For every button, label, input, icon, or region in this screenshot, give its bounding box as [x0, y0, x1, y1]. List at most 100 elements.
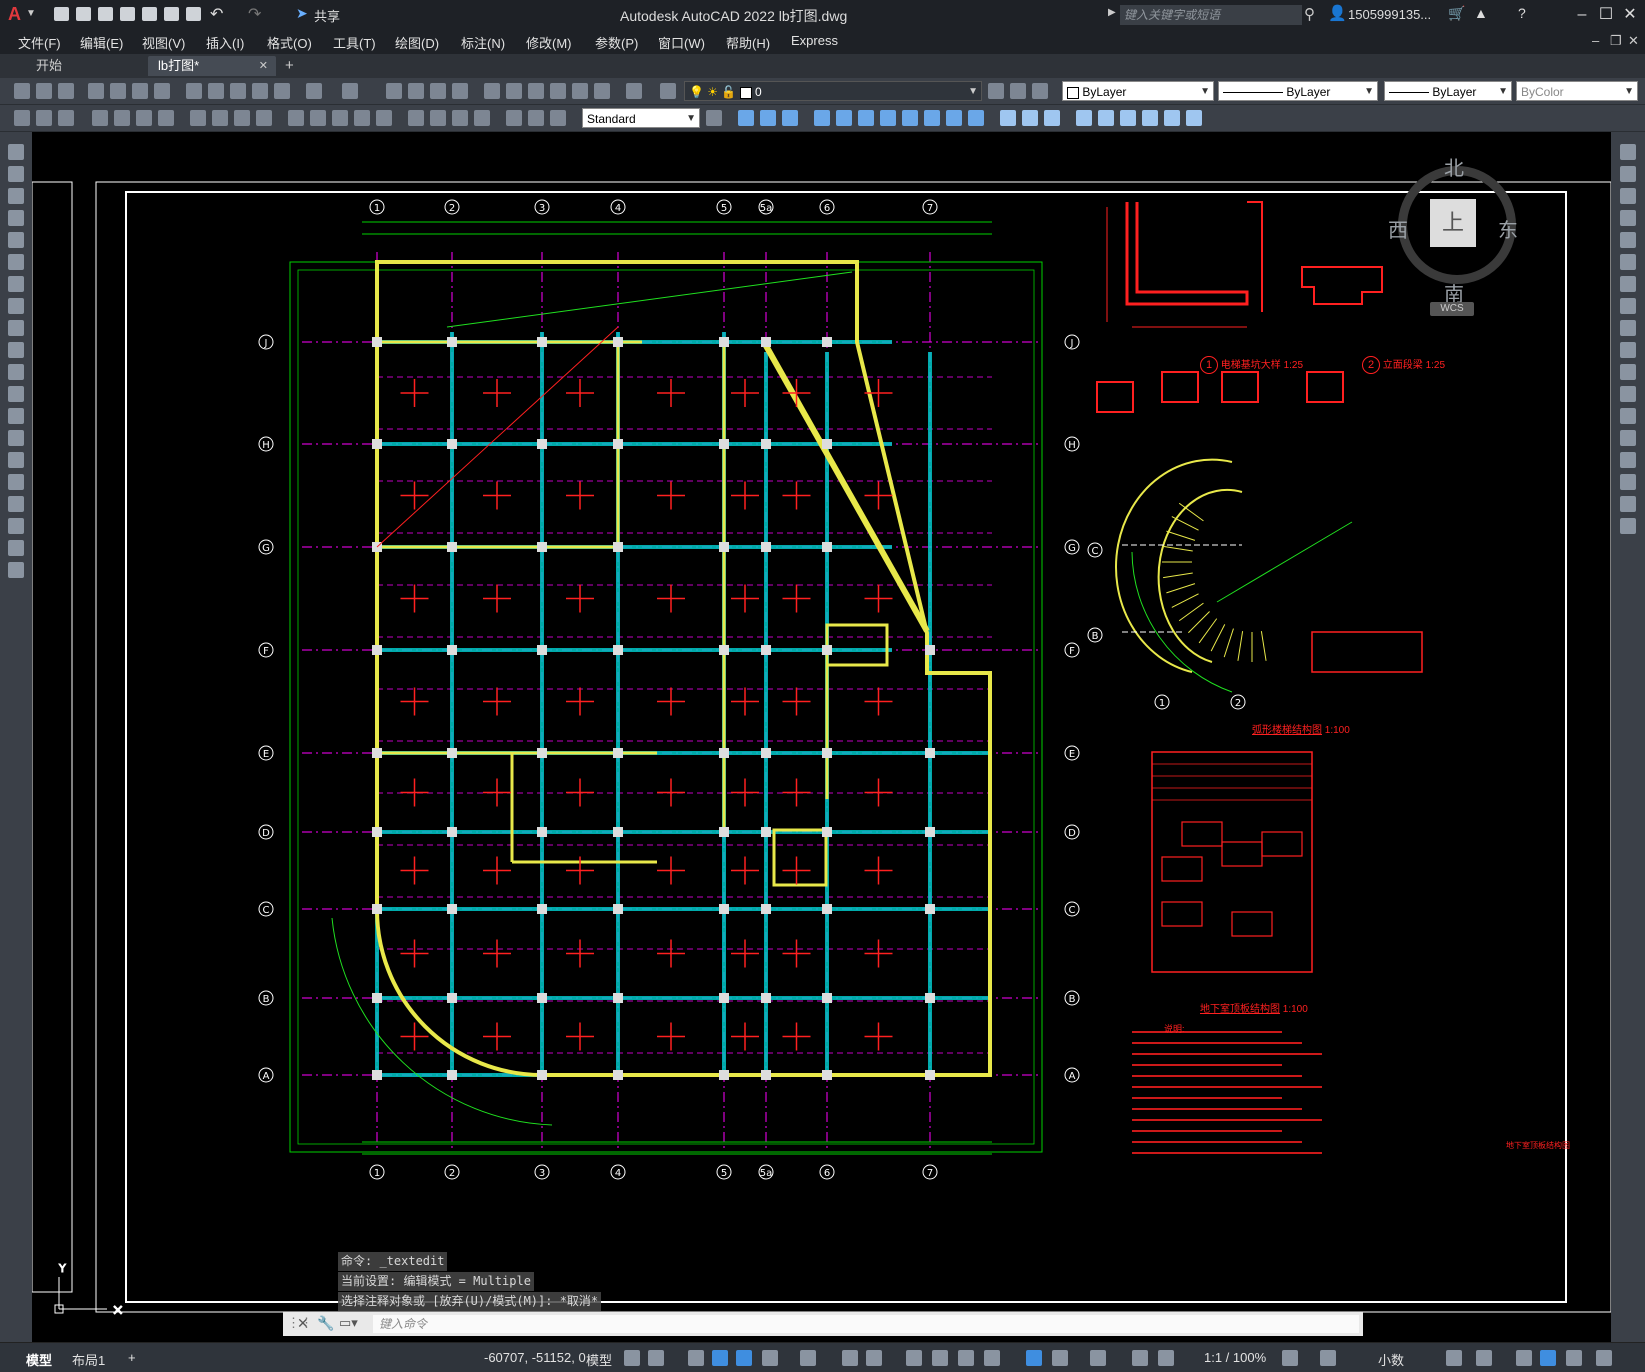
- menu-format[interactable]: 格式(O): [267, 33, 312, 52]
- tb-3d-a-icon[interactable]: [738, 110, 754, 126]
- search-icon[interactable]: ⚲: [1304, 5, 1315, 23]
- add-selected-tool-icon[interactable]: [8, 562, 24, 578]
- tb-arc-length-icon[interactable]: [136, 110, 152, 126]
- tb-zoom-window-icon[interactable]: [430, 83, 446, 99]
- snap-icon[interactable]: [648, 1350, 664, 1366]
- workspace-gear-icon[interactable]: [1282, 1350, 1298, 1366]
- menu-help[interactable]: 帮助(H): [726, 33, 770, 52]
- share-button[interactable]: 共享: [314, 6, 340, 25]
- menu-parametric[interactable]: 参数(P): [595, 33, 638, 52]
- tb-render-h-icon[interactable]: [1164, 110, 1180, 126]
- circle-tool-icon[interactable]: [8, 276, 24, 292]
- save-web-icon[interactable]: [164, 7, 179, 21]
- tb-cut-icon[interactable]: [186, 83, 202, 99]
- object-snap-icon[interactable]: [866, 1350, 882, 1366]
- share-icon[interactable]: ➤: [296, 5, 308, 22]
- tb-3d-h-icon[interactable]: [902, 110, 918, 126]
- tb-copy-icon[interactable]: [208, 83, 224, 99]
- model-space-toggle[interactable]: 模型: [586, 1350, 612, 1369]
- plot-icon[interactable]: [186, 7, 201, 21]
- tb-radius-icon[interactable]: [190, 110, 206, 126]
- tb-tolerance-icon[interactable]: [408, 110, 424, 126]
- clean-screen-icon[interactable]: [1566, 1350, 1582, 1366]
- polar-tracking-icon[interactable]: [762, 1350, 778, 1366]
- tb-render-g-icon[interactable]: [1142, 110, 1158, 126]
- lineweight-icon[interactable]: [906, 1350, 922, 1366]
- tab-drawing[interactable]: lb打图* ✕: [148, 56, 276, 76]
- fillet-tool-icon[interactable]: [1620, 474, 1636, 490]
- menu-file[interactable]: 文件(F): [18, 33, 61, 52]
- tb-r2-01-icon[interactable]: [14, 110, 30, 126]
- tb-render-f-icon[interactable]: [1120, 110, 1136, 126]
- tb-make-current-icon[interactable]: [988, 83, 1004, 99]
- ortho-icon[interactable]: [736, 1350, 752, 1366]
- tb-r2-02-icon[interactable]: [36, 110, 52, 126]
- scale-tool-icon[interactable]: [1620, 298, 1636, 314]
- offset-tool-icon[interactable]: [1620, 210, 1636, 226]
- tb-3d-c-icon[interactable]: [782, 110, 798, 126]
- cart-icon[interactable]: 🛒: [1448, 5, 1465, 22]
- redo-icon[interactable]: ↷: [248, 4, 261, 24]
- tb-match-prop-icon[interactable]: [252, 83, 268, 99]
- polygon-tool-icon[interactable]: [8, 210, 24, 226]
- array-tool-icon[interactable]: [1620, 232, 1636, 248]
- tb-undo-icon[interactable]: [306, 83, 322, 99]
- isolate-objects-icon[interactable]: [1516, 1350, 1532, 1366]
- tb-zoom-previous-icon[interactable]: [452, 83, 468, 99]
- autodesk-account-icon[interactable]: ▲: [1474, 5, 1488, 21]
- tb-ordinate-icon[interactable]: [158, 110, 174, 126]
- app-logo-icon[interactable]: A: [8, 4, 21, 25]
- tb-quick-dim-icon[interactable]: [288, 110, 304, 126]
- isodraft-icon[interactable]: [800, 1350, 816, 1366]
- line-tool-icon[interactable]: [8, 144, 24, 160]
- command-input[interactable]: 键入命令: [373, 1315, 1359, 1333]
- viewcube[interactable]: 上 北 南 西 东 WCS: [1388, 152, 1518, 316]
- tb-3d-i-icon[interactable]: [924, 110, 940, 126]
- tb-save-icon[interactable]: [58, 83, 74, 99]
- tb-open-icon[interactable]: [36, 83, 52, 99]
- maximize-button[interactable]: ☐: [1594, 4, 1618, 26]
- tb-continue-icon[interactable]: [332, 110, 348, 126]
- drawing-canvas[interactable]: 1 1 2 2 3 3 4 4 5 5 5a 5a 6 6 7 7 J J H H G G F F E E D D C C B B A A CB1…: [32, 132, 1611, 1342]
- customization-icon[interactable]: [1596, 1350, 1612, 1366]
- tb-design-center-icon[interactable]: [506, 83, 522, 99]
- tab-model[interactable]: 模型: [26, 1350, 52, 1369]
- explode-tool-icon[interactable]: [1620, 518, 1636, 534]
- make-block-tool-icon[interactable]: [8, 408, 24, 424]
- undo-icon[interactable]: ↶: [210, 4, 223, 24]
- doc-minimize-icon[interactable]: –: [1592, 33, 1599, 48]
- tab-close-icon[interactable]: ✕: [259, 56, 268, 76]
- tb-new-icon[interactable]: [14, 83, 30, 99]
- open-file-icon[interactable]: [76, 7, 91, 21]
- lineweight-dropdown[interactable]: ByLayer ▼: [1384, 81, 1512, 101]
- quick-properties-icon[interactable]: [1446, 1350, 1462, 1366]
- tb-block-editor-icon[interactable]: [274, 83, 290, 99]
- tb-paste-icon[interactable]: [230, 83, 246, 99]
- doc-close-icon[interactable]: ✕: [1628, 33, 1639, 49]
- arc-tool-icon[interactable]: [8, 254, 24, 270]
- open-web-icon[interactable]: [142, 7, 157, 21]
- menu-modify[interactable]: 修改(M): [526, 33, 572, 52]
- tb-inspect-icon[interactable]: [452, 110, 468, 126]
- auto-scale-icon[interactable]: [1158, 1350, 1174, 1366]
- mtext-tool-icon[interactable]: [8, 540, 24, 556]
- save-icon[interactable]: [98, 7, 113, 21]
- tb-render-e-icon[interactable]: [1098, 110, 1114, 126]
- tb-3d-k-icon[interactable]: [968, 110, 984, 126]
- user-icon[interactable]: 👤: [1328, 4, 1347, 22]
- tb-3d-b-icon[interactable]: [760, 110, 776, 126]
- point-tool-icon[interactable]: [8, 430, 24, 446]
- revcloud-tool-icon[interactable]: [8, 298, 24, 314]
- rectangle-tool-icon[interactable]: [8, 232, 24, 248]
- tb-linear-dim-icon[interactable]: [92, 110, 108, 126]
- search-expand-icon[interactable]: ▶: [1108, 7, 1116, 18]
- dim-style-dropdown[interactable]: Standard ▼: [582, 108, 700, 128]
- blend-tool-icon[interactable]: [1620, 496, 1636, 512]
- menu-dimension[interactable]: 标注(N): [461, 33, 505, 52]
- tb-dim-text-edit-icon[interactable]: [528, 110, 544, 126]
- tb-calculator-icon[interactable]: [594, 83, 610, 99]
- dynamic-ucs-icon[interactable]: [1026, 1350, 1042, 1366]
- plotstyle-dropdown[interactable]: ByColor ▼: [1516, 81, 1638, 101]
- help-icon[interactable]: ?: [1518, 5, 1526, 21]
- doc-restore-icon[interactable]: ❐: [1610, 33, 1622, 49]
